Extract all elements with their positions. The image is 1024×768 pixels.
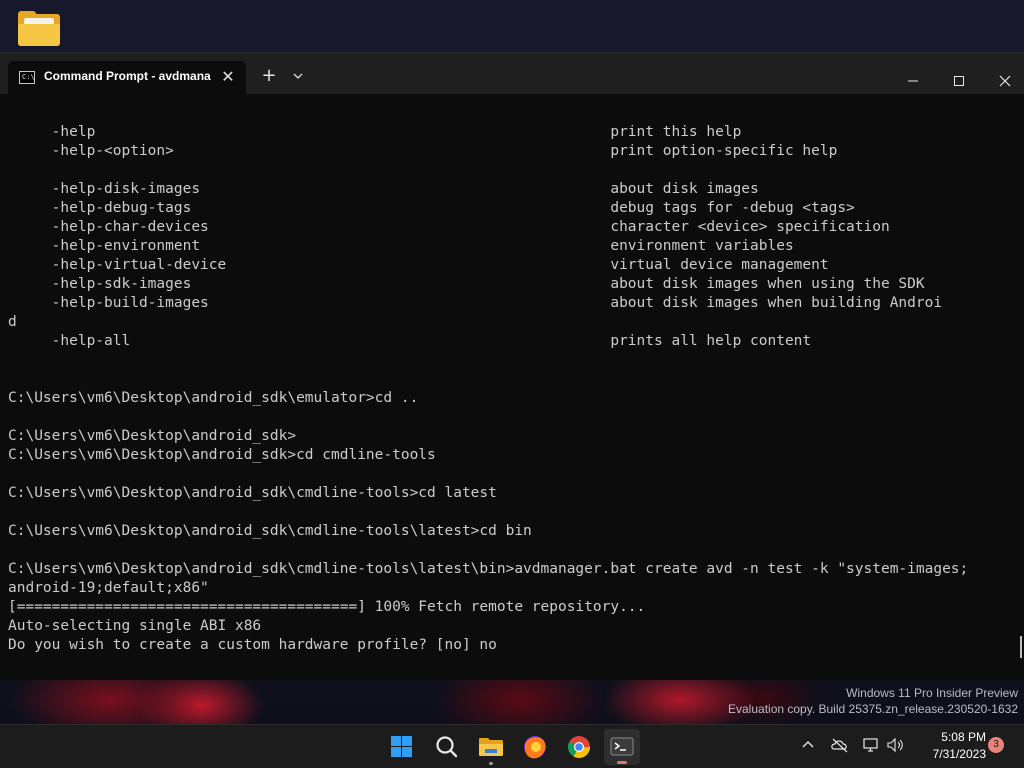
close-button[interactable] bbox=[982, 61, 1024, 89]
console-line: -help-virtual-device virtual device mana… bbox=[8, 257, 829, 273]
onedrive-offline-icon[interactable] bbox=[830, 737, 850, 757]
console-line: C:\Users\vm6\Desktop\android_sdk\cmdline… bbox=[8, 561, 969, 577]
folder-icon[interactable] bbox=[16, 10, 62, 50]
console-line: C:\Users\vm6\Desktop\android_sdk> bbox=[8, 428, 297, 444]
network-icon[interactable] bbox=[862, 737, 882, 757]
chevron-up-icon[interactable] bbox=[800, 737, 816, 757]
watermark-line1: Windows 11 Pro Insider Preview bbox=[846, 686, 1018, 700]
taskbar: 5:08 PM 7/31/2023 3 bbox=[0, 724, 1024, 768]
file-explorer-icon[interactable] bbox=[473, 729, 509, 765]
tab-title: Command Prompt - avdmana bbox=[44, 69, 211, 83]
console-line: -help-environment environment variables bbox=[8, 238, 794, 254]
console-line: Do you wish to create a custom hardware … bbox=[8, 637, 497, 653]
scrollbar[interactable] bbox=[1020, 636, 1022, 658]
chrome-icon[interactable] bbox=[561, 729, 597, 765]
console-line: [=======================================… bbox=[8, 599, 646, 615]
notification-badge[interactable]: 3 bbox=[988, 737, 1004, 753]
firefox-icon[interactable] bbox=[517, 729, 553, 765]
tab-command-prompt[interactable]: C:\ Command Prompt - avdmana ✕ bbox=[8, 61, 246, 94]
cmd-icon: C:\ bbox=[19, 71, 35, 84]
windows-watermark: Windows 11 Pro Insider Preview Evaluatio… bbox=[728, 685, 1018, 717]
volume-icon[interactable] bbox=[886, 737, 906, 757]
minimize-button[interactable] bbox=[890, 61, 936, 89]
console-output[interactable]: -help print this help -help-<option> pri… bbox=[0, 94, 1024, 680]
console-line: -help-build-images about disk images whe… bbox=[8, 295, 943, 311]
maximize-button[interactable] bbox=[936, 61, 982, 89]
console-line: C:\Users\vm6\Desktop\android_sdk\cmdline… bbox=[8, 485, 497, 501]
console-line: -help-debug-tags debug tags for -debug <… bbox=[8, 200, 855, 216]
new-tab-button[interactable]: + bbox=[258, 65, 280, 87]
console-line: C:\Users\vm6\Desktop\android_sdk>cd cmdl… bbox=[8, 447, 436, 463]
console-line: C:\Users\vm6\Desktop\android_sdk\cmdline… bbox=[8, 523, 532, 539]
clock[interactable]: 5:08 PM 7/31/2023 bbox=[912, 729, 986, 763]
console-line: -help-char-devices character <device> sp… bbox=[8, 219, 890, 235]
watermark-line2: Evaluation copy. Build 25375.zn_release.… bbox=[728, 702, 1018, 716]
terminal-icon[interactable] bbox=[604, 729, 640, 765]
console-line: -help print this help bbox=[8, 124, 742, 140]
console-line: d bbox=[8, 314, 17, 330]
console-line: -help-all prints all help content bbox=[8, 333, 812, 349]
console-line: android-19;default;x86" bbox=[8, 580, 209, 596]
console-line: -help-<option> print option-specific hel… bbox=[8, 143, 838, 159]
search-icon[interactable] bbox=[429, 729, 465, 765]
console-line: C:\Users\vm6\Desktop\android_sdk\emulato… bbox=[8, 390, 419, 406]
chevron-down-icon[interactable] bbox=[288, 65, 308, 87]
clock-time: 5:08 PM bbox=[941, 730, 986, 744]
start-icon[interactable] bbox=[384, 729, 420, 765]
console-line: -help-disk-images about disk images bbox=[8, 181, 759, 197]
tab-close-icon[interactable]: ✕ bbox=[218, 67, 238, 87]
console-line: -help-sdk-images about disk images when … bbox=[8, 276, 925, 292]
title-bar[interactable]: C:\ Command Prompt - avdmana ✕ + bbox=[0, 53, 1024, 94]
terminal-window: C:\ Command Prompt - avdmana ✕ + -help p… bbox=[0, 52, 1024, 680]
clock-date: 7/31/2023 bbox=[932, 747, 986, 761]
console-line: Auto-selecting single ABI x86 bbox=[8, 618, 262, 634]
